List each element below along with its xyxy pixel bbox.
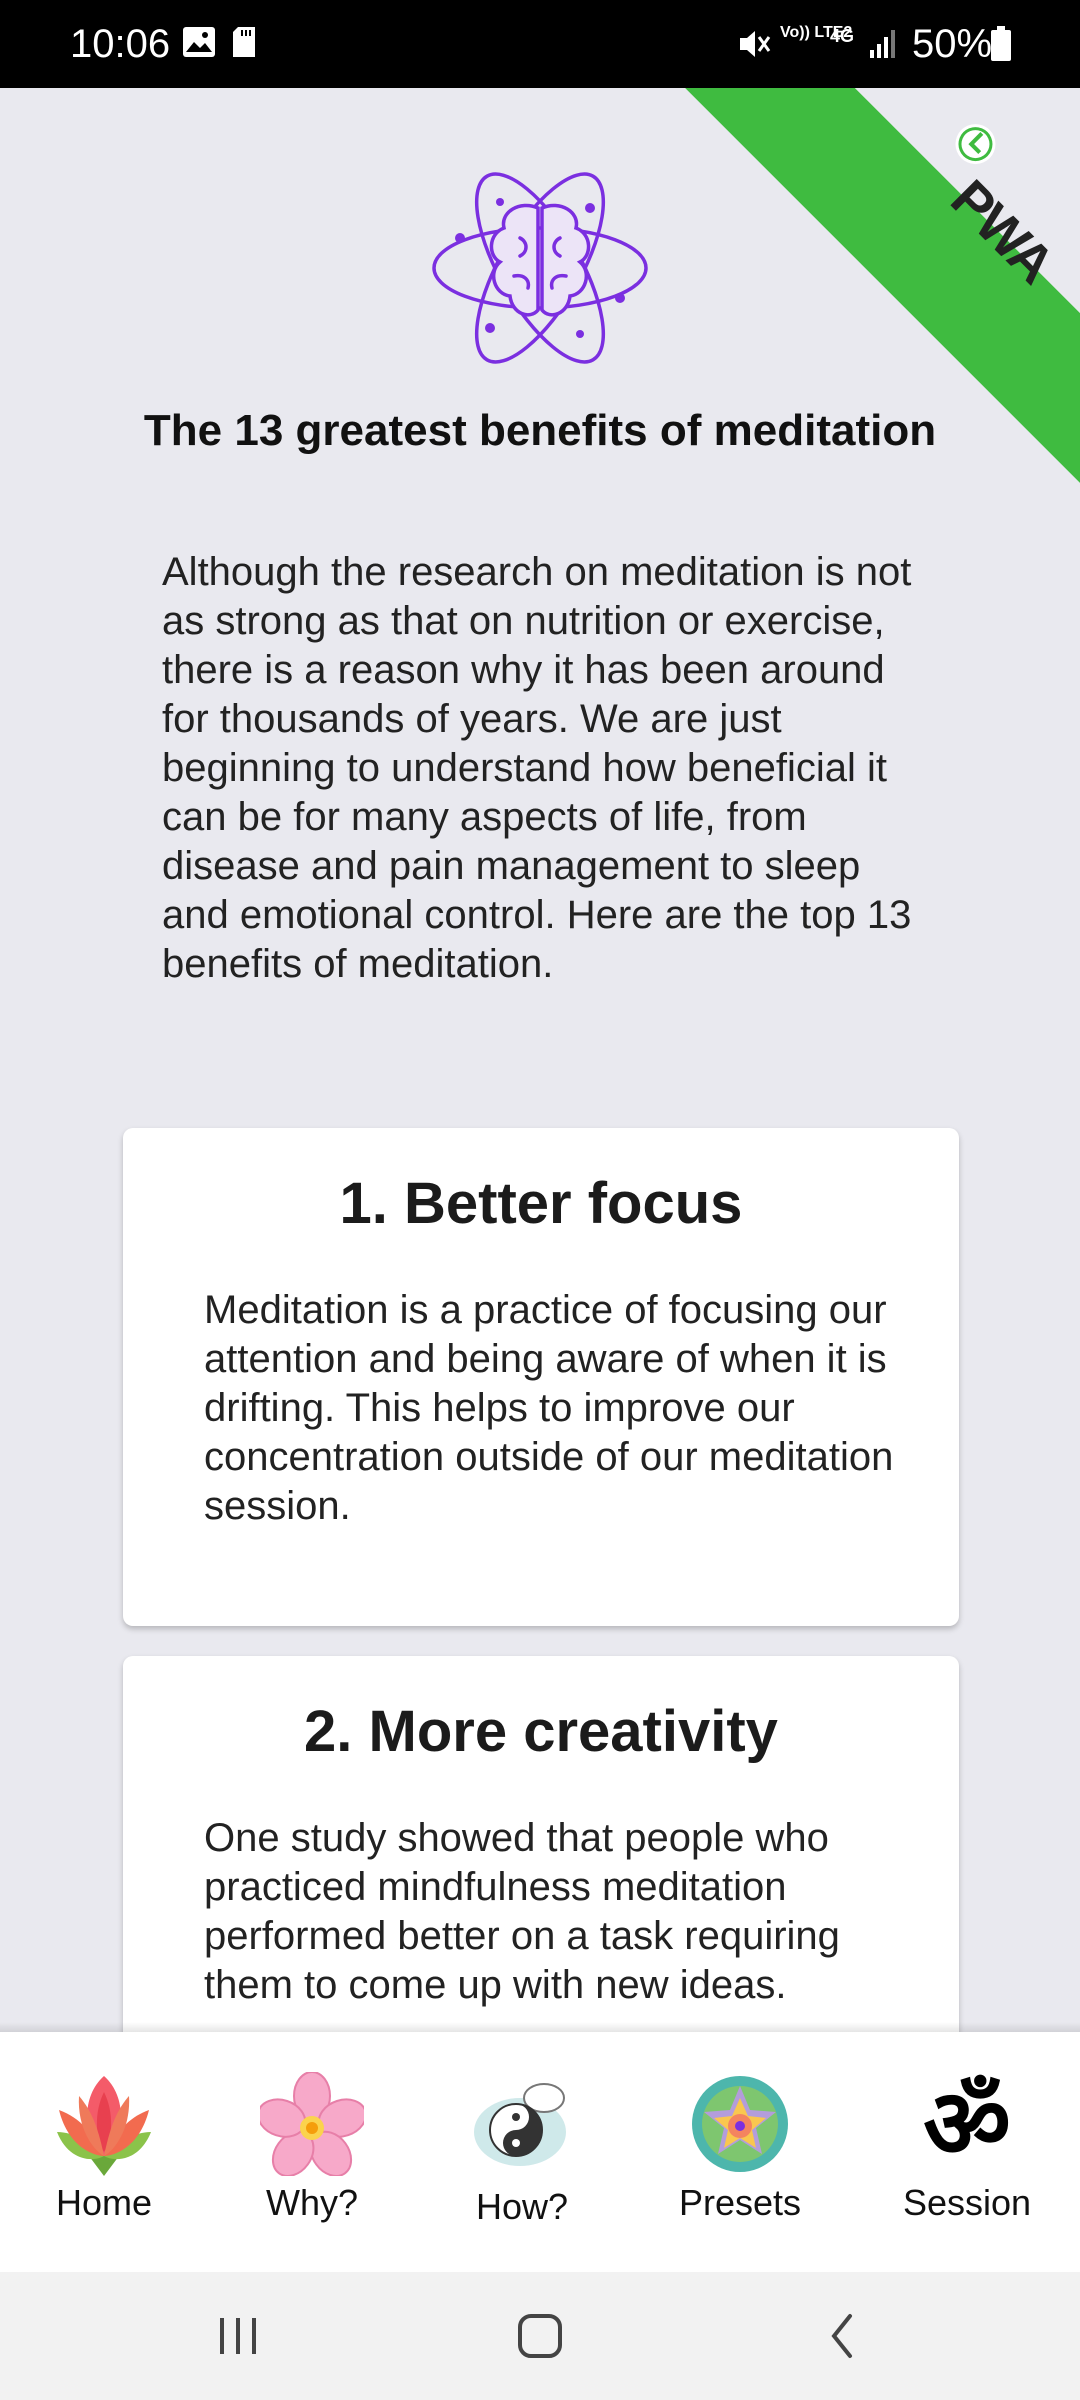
intro-paragraph: Although the research on meditation is n… [162, 550, 912, 986]
benefit-card: 1. Better focus Meditation is a practice… [123, 1128, 959, 1626]
bottom-nav: Home Why? How? Presets ॐ Session [0, 2032, 1080, 2272]
benefit-title: 1. Better focus [339, 1171, 743, 1236]
benefit-text: Meditation is a practice of focusing our… [204, 1288, 894, 1528]
mandala-icon [692, 2076, 788, 2172]
recent-apps-icon[interactable] [216, 2308, 260, 2364]
benefit-text: One study showed that people who practic… [204, 1816, 840, 2007]
main-content[interactable]: PWA The 13 greatest benefits of meditati… [0, 88, 1080, 2032]
yin-yang-icon [474, 2083, 566, 2166]
nav-label: Home [55, 2182, 153, 2223]
battery-percent: 50% [912, 22, 993, 66]
benefit-card: 2. More creativity One study showed that… [123, 1656, 959, 2032]
nav-item-how[interactable]: How? [432, 2072, 612, 2242]
nav-label: Session [902, 2182, 1032, 2223]
nav-item-session[interactable]: ॐ Session [877, 2072, 1057, 2242]
brain-atom-icon [432, 172, 648, 364]
nav-item-presets[interactable]: Presets [650, 2072, 830, 2242]
signal-icon [868, 26, 898, 65]
nav-item-why[interactable]: Why? [222, 2072, 402, 2242]
network-label: 4G [830, 26, 855, 46]
nav-label: How? [475, 2186, 569, 2227]
nav-label: Presets [678, 2182, 802, 2223]
sd-card-icon [232, 26, 256, 63]
battery-icon [990, 26, 1012, 67]
benefit-title: 2. More creativity [304, 1699, 778, 1764]
status-bar: 10:06 Vo)) LTE2 4G 50% [0, 0, 1080, 88]
gallery-icon [182, 26, 216, 63]
nav-label: Why? [265, 2182, 359, 2223]
flower-icon [260, 2072, 364, 2176]
nav-item-home[interactable]: Home [14, 2072, 194, 2242]
mute-icon [736, 26, 772, 67]
back-icon[interactable] [822, 2308, 862, 2364]
om-icon: ॐ [923, 2068, 1011, 2180]
home-icon[interactable] [515, 2308, 565, 2364]
lotus-icon [57, 2076, 151, 2176]
system-nav-bar [0, 2272, 1080, 2400]
page-title: The 13 greatest benefits of meditation [143, 406, 937, 455]
network-4g-icon: 4G [830, 26, 854, 47]
clock-icon [955, 124, 996, 165]
status-time: 10:06 [70, 22, 171, 66]
